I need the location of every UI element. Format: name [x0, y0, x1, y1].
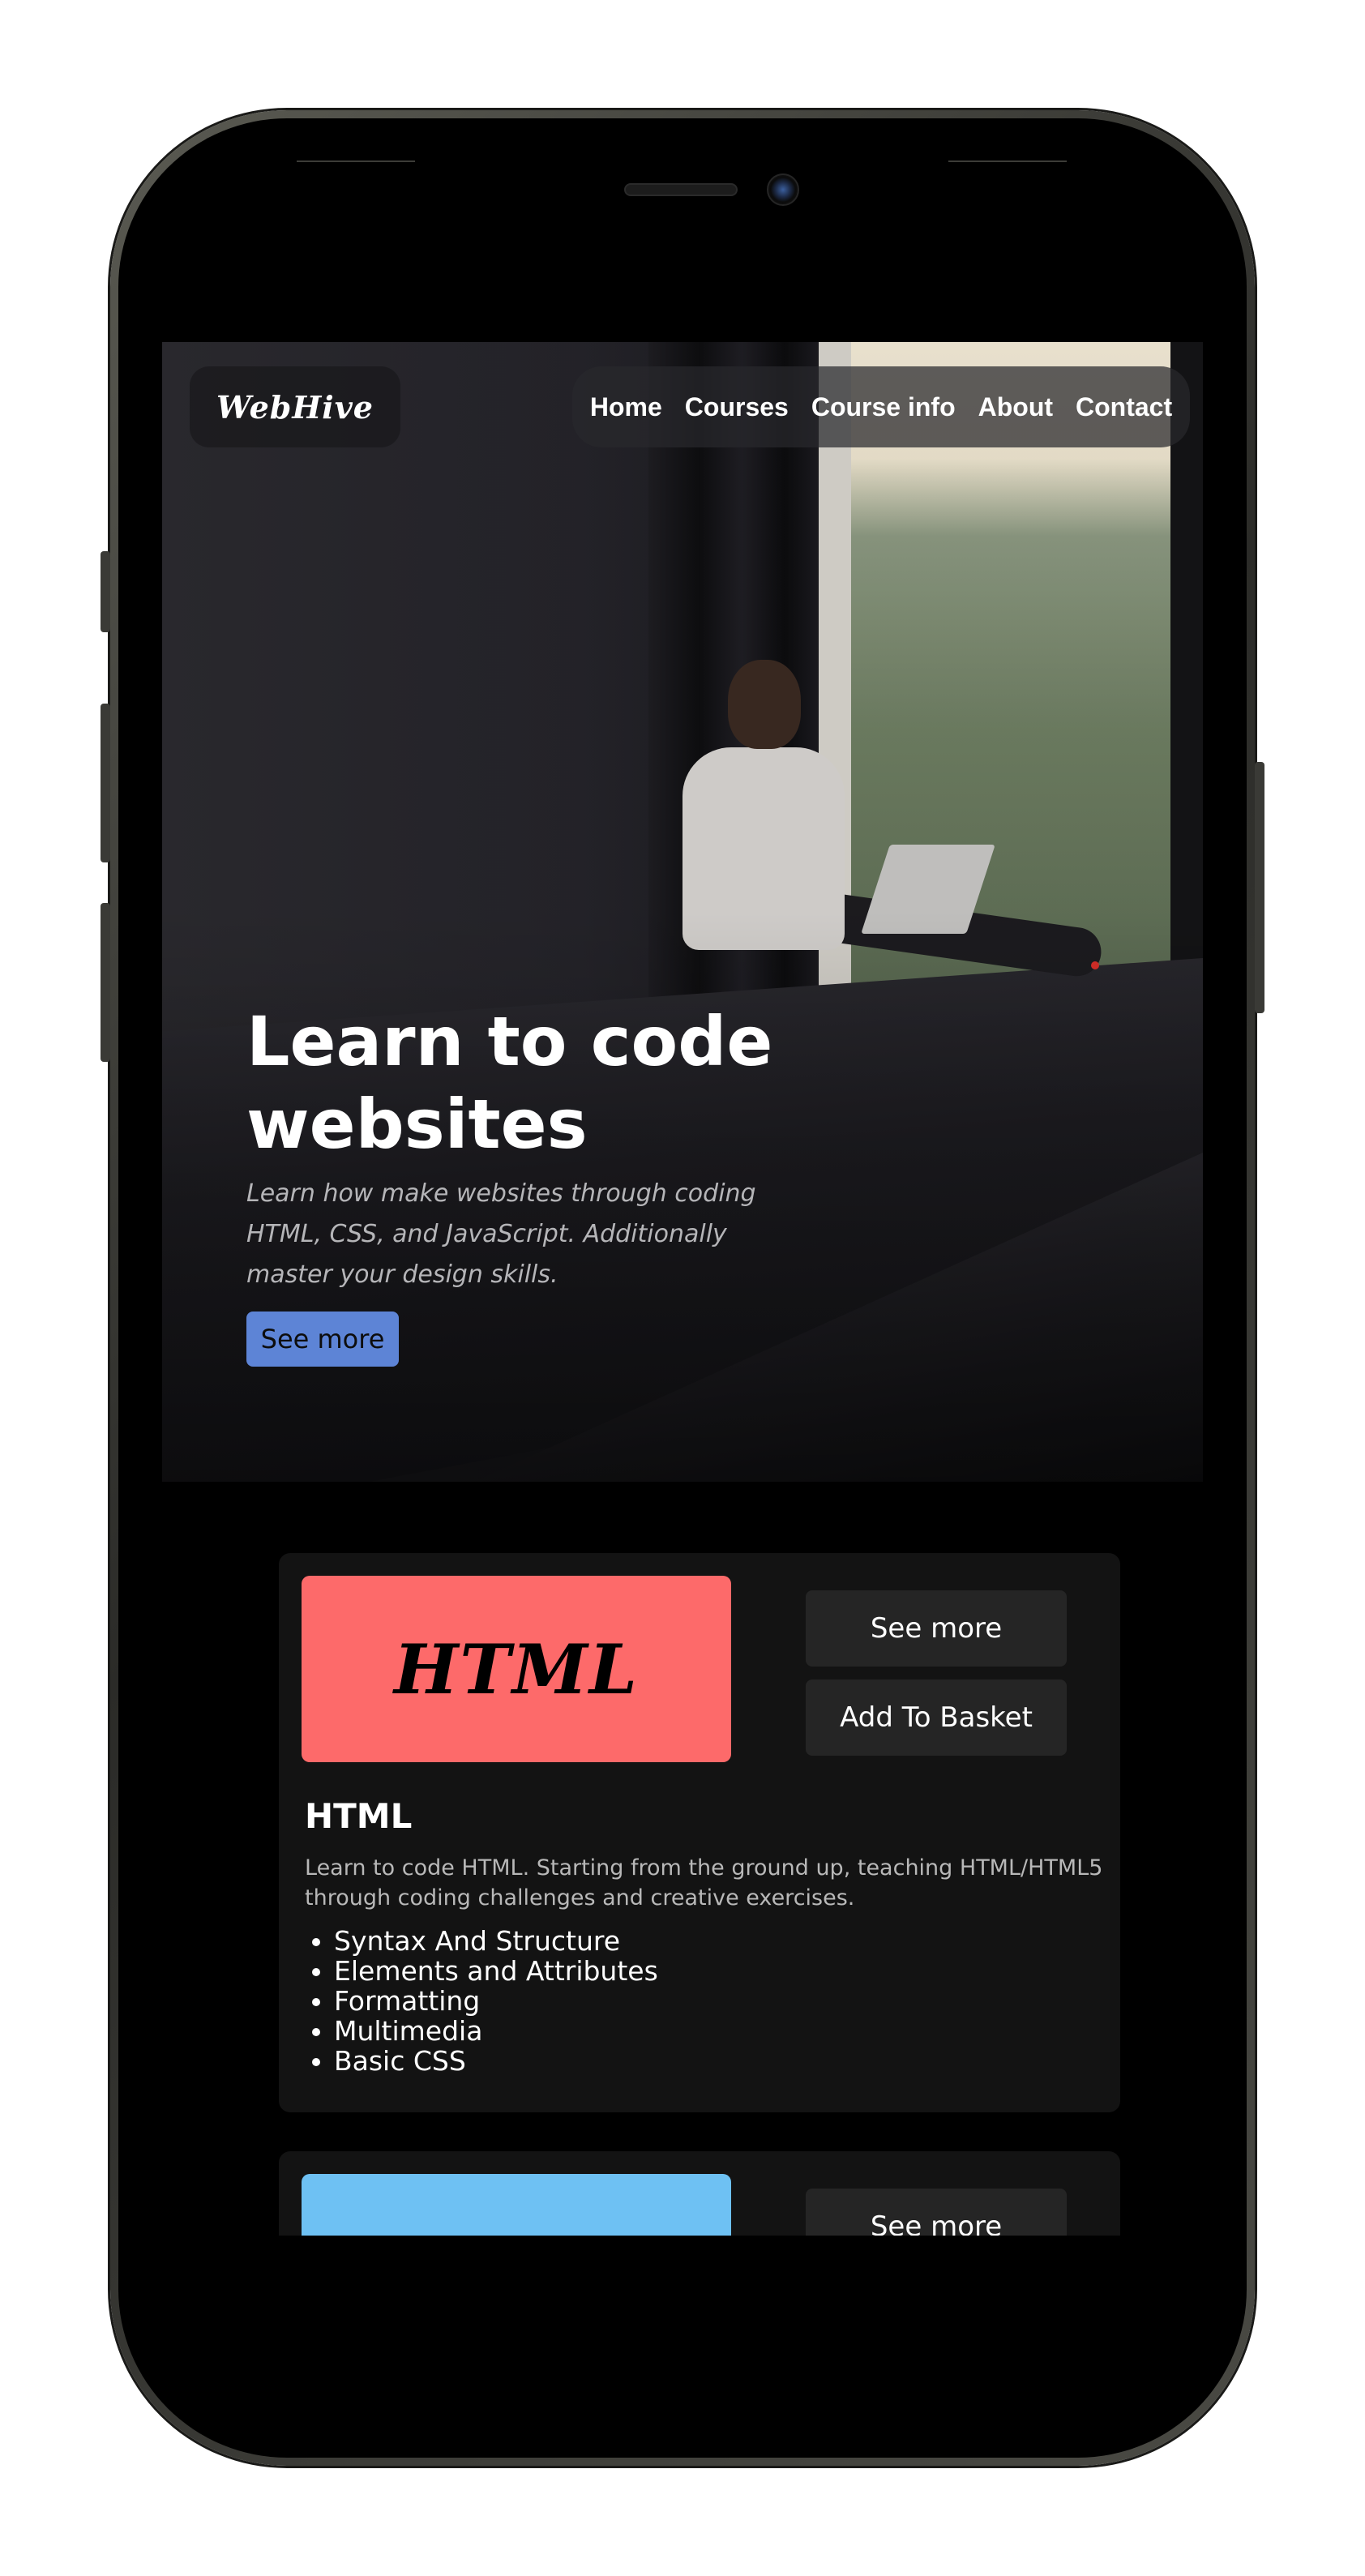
power-button — [1255, 762, 1264, 1013]
course-card-html: HTML See more Add To Basket HTML Learn t… — [279, 1553, 1120, 2112]
course-topics-list: Syntax And Structure Elements and Attrib… — [305, 1926, 658, 2076]
list-item: Syntax And Structure — [334, 1926, 658, 1956]
screen: WebHive Home Courses Course info About C… — [162, 342, 1203, 2236]
nav-about[interactable]: About — [978, 392, 1053, 422]
earpiece-speaker — [624, 183, 738, 196]
course-banner-text: HTML — [394, 1628, 639, 1709]
hero-description: Learn how make websites through coding H… — [246, 1179, 756, 1289]
list-item: Multimedia — [334, 2016, 658, 2046]
hero-section: WebHive Home Courses Course info About C… — [162, 342, 1203, 1482]
list-item: Formatting — [334, 1986, 658, 2016]
nav-courses[interactable]: Courses — [685, 392, 789, 422]
hero-title: Learn to code websites — [246, 1002, 773, 1164]
course-banner[interactable]: HTML — [302, 1576, 731, 1762]
see-more-button[interactable]: See more — [806, 2189, 1067, 2236]
add-to-basket-button[interactable]: Add To Basket — [806, 1680, 1067, 1756]
main-nav: Home Courses Course info About Contact — [572, 366, 1190, 447]
course-banner[interactable] — [302, 2174, 731, 2236]
nav-course-info[interactable]: Course info — [811, 392, 956, 422]
antenna-line — [948, 160, 1067, 162]
volume-up-button — [101, 704, 110, 862]
volume-down-button — [101, 903, 110, 1062]
list-item: Basic CSS — [334, 2046, 658, 2076]
course-description: Learn to code HTML. Starting from the gr… — [305, 1855, 1103, 1911]
mute-switch — [101, 551, 110, 632]
logo-container[interactable]: WebHive — [190, 366, 400, 447]
list-item: Elements and Attributes — [334, 1956, 658, 1986]
logo[interactable]: WebHive — [216, 389, 374, 426]
hero-see-more-button[interactable]: See more — [246, 1312, 399, 1367]
nav-home[interactable]: Home — [590, 392, 662, 422]
see-more-button[interactable]: See more — [806, 1590, 1067, 1667]
front-camera — [767, 173, 799, 206]
nav-contact[interactable]: Contact — [1076, 392, 1172, 422]
antenna-line — [297, 160, 415, 162]
course-title: HTML — [305, 1796, 413, 1836]
course-card-2: See more — [279, 2151, 1120, 2236]
